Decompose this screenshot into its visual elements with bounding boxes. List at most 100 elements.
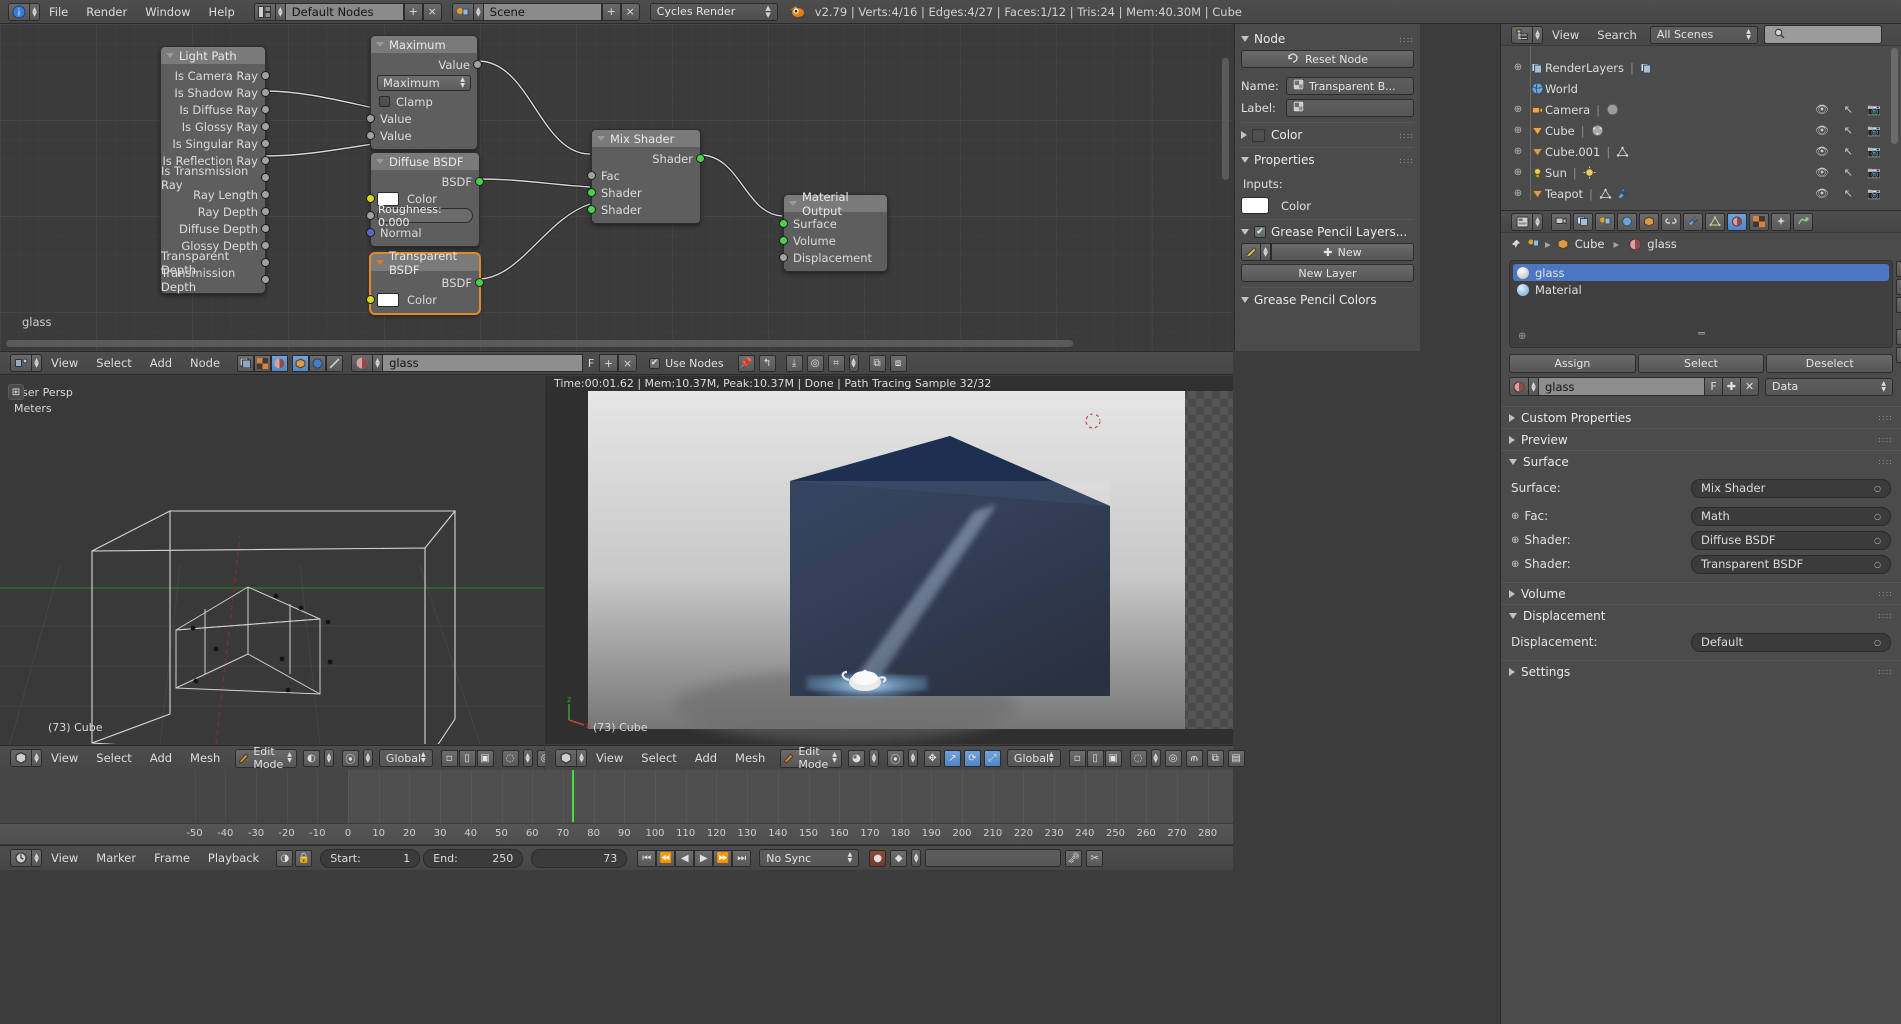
node-output-row[interactable]: Is Glossy Ray bbox=[161, 118, 270, 135]
node-input-row[interactable]: Fac bbox=[587, 167, 700, 184]
node-section-header[interactable]: Node :::: bbox=[1241, 32, 1414, 46]
selectable-cursor-icon[interactable]: ↖ bbox=[1844, 103, 1853, 116]
input-color-swatch[interactable] bbox=[1241, 197, 1269, 214]
limit-selection-icon[interactable]: ◌ bbox=[501, 749, 519, 767]
node-menu-add[interactable]: Add bbox=[141, 351, 181, 375]
expand-input-icon[interactable]: ⊕ bbox=[1511, 511, 1519, 522]
output-socket[interactable] bbox=[261, 156, 270, 165]
displacement-dropdown[interactable]: Default ○ bbox=[1691, 632, 1891, 652]
outliner-search-input[interactable] bbox=[1763, 25, 1882, 44]
unlink-material-button[interactable]: × bbox=[618, 354, 638, 372]
menu-help[interactable]: Help bbox=[200, 0, 244, 24]
playback-transport[interactable]: ⏮ ⏪ ◀ ▶ ⏩ ⏭ bbox=[637, 849, 752, 867]
collapse-triangle-icon[interactable] bbox=[166, 53, 174, 58]
expander-icon[interactable]: ⊕ bbox=[1507, 188, 1529, 199]
delete-layout-button[interactable]: × bbox=[422, 2, 442, 21]
renderable-camera-icon[interactable]: 📷 bbox=[1867, 145, 1881, 158]
renderable-camera-icon[interactable]: 📷 bbox=[1867, 166, 1881, 179]
viewport-shading-group[interactable]: ◐ ▲ ▼ ⦿ ▲ ▼ bbox=[302, 749, 373, 767]
render-menu-mesh[interactable]: Mesh bbox=[726, 746, 774, 771]
render-editor-type[interactable]: ▲ ▼ bbox=[555, 749, 587, 767]
output-socket[interactable] bbox=[261, 105, 270, 114]
outliner-row-teapot[interactable]: ⊕ Teapot | 👁 ↖ 📷 bbox=[1507, 183, 1901, 204]
chevron-right-icon[interactable] bbox=[1509, 667, 1515, 676]
tab-object-data[interactable] bbox=[1705, 212, 1725, 231]
interaction-mode-selector[interactable]: Edit Mode ▲ ▼ bbox=[235, 745, 297, 771]
unlink-material-button[interactable]: ✕ bbox=[1741, 377, 1759, 396]
gp-layers-checkbox[interactable]: ✔ bbox=[1254, 226, 1266, 238]
pin-icon[interactable]: 📌 bbox=[737, 354, 755, 372]
collapse-triangle-icon[interactable] bbox=[376, 159, 384, 164]
material-name-field[interactable]: glass bbox=[383, 354, 584, 372]
transform-orientation-dropdown[interactable]: Global ▲ ▼ bbox=[378, 749, 433, 767]
keyingset-spinner[interactable]: ▲ ▼ bbox=[911, 849, 922, 867]
render-shading-group[interactable]: ◕ ▲ ▼ ⦿ ▲ ▼ bbox=[847, 749, 918, 767]
snap-magnet-icon[interactable]: ⫙ bbox=[1185, 749, 1203, 767]
timeline-menu-frame[interactable]: Frame bbox=[145, 846, 199, 871]
collapse-triangle-icon[interactable] bbox=[597, 136, 605, 141]
node-horizontal-scrollbar[interactable] bbox=[6, 340, 1073, 347]
node-color-swatch[interactable] bbox=[1252, 128, 1265, 142]
material-slot-list[interactable]: glass Material ⊕ ═ ✚ ▬ ▼ ▲ ▼ bbox=[1509, 260, 1901, 363]
renderable-camera-icon[interactable]: 📷 bbox=[1867, 187, 1881, 200]
input-socket[interactable] bbox=[779, 219, 788, 228]
snap-grid-icon[interactable]: ⌗ bbox=[827, 354, 845, 372]
node-properties-panel[interactable]: Node :::: Reset Node Name: Transparent B… bbox=[1234, 24, 1420, 351]
jump-end-button[interactable]: ⏭ bbox=[732, 849, 752, 867]
selectable-cursor-icon[interactable]: ↖ bbox=[1844, 124, 1853, 137]
layout-spinner[interactable]: ▲ ▼ bbox=[275, 2, 286, 21]
node-output-row[interactable]: Shader bbox=[592, 150, 705, 167]
delete-keyframe-icon[interactable]: ✂ bbox=[1086, 849, 1104, 867]
renderable-camera-icon[interactable]: 📷 bbox=[1867, 103, 1881, 116]
node-header-diffuse-bsdf[interactable]: Diffuse BSDF bbox=[371, 153, 479, 170]
node-header-maximum[interactable]: Maximum bbox=[371, 36, 477, 53]
snap-node-icon[interactable]: ⤓ bbox=[785, 354, 803, 372]
edge-select-icon[interactable]: ▯ bbox=[458, 749, 476, 767]
list-grip-icon[interactable]: ═ bbox=[1698, 327, 1705, 340]
output-socket[interactable] bbox=[475, 278, 484, 287]
visibility-eye-icon[interactable]: 👁 bbox=[1815, 166, 1829, 179]
play-reverse-button[interactable]: ◀ bbox=[675, 849, 695, 867]
new-material-button[interactable]: ✚ bbox=[1723, 377, 1741, 396]
move-slot-down-button[interactable]: ▼ bbox=[1896, 347, 1901, 363]
material-spinner[interactable]: ▲ ▼ bbox=[373, 354, 384, 372]
grease-pencil-icon[interactable] bbox=[1241, 243, 1261, 261]
play-button[interactable]: ▶ bbox=[694, 849, 714, 867]
gp-layers-section-header[interactable]: ✔ Grease Pencil Layers... bbox=[1241, 225, 1414, 239]
limit-selection-icon[interactable]: ◌ bbox=[1129, 749, 1147, 767]
renderable-camera-icon[interactable]: 📷 bbox=[1867, 124, 1881, 137]
math-operation-dropdown[interactable]: Maximum ▲ ▼ bbox=[377, 75, 471, 91]
translate-manipulator-icon[interactable]: ↗ bbox=[943, 749, 961, 767]
selectable-cursor-icon[interactable]: ↖ bbox=[1844, 166, 1853, 179]
render-extras[interactable]: ◌ ▲ ▼ ◎ ⫙ ⧉ ▤ bbox=[1129, 749, 1245, 767]
properties-section-header[interactable]: Properties :::: bbox=[1241, 153, 1414, 167]
selectable-cursor-icon[interactable]: ↖ bbox=[1844, 187, 1853, 200]
node-output-row[interactable]: Is Transmission Ray bbox=[161, 164, 270, 192]
pivot-spinner[interactable]: ▲ ▼ bbox=[362, 749, 373, 767]
backdrop-icon[interactable]: ⧈ bbox=[889, 354, 907, 372]
editor-type-spinner[interactable]: ▲ ▼ bbox=[1533, 212, 1543, 231]
selectable-cursor-icon[interactable]: ↖ bbox=[1844, 145, 1853, 158]
material-slot-buttons[interactable]: ✚ ▬ ▼ ▲ ▼ bbox=[1896, 261, 1901, 363]
pin-icon[interactable] bbox=[1509, 238, 1522, 251]
tab-render-layers[interactable] bbox=[1573, 212, 1593, 231]
face-select-icon[interactable]: ▣ bbox=[476, 749, 494, 767]
chevron-right-icon[interactable] bbox=[1509, 413, 1515, 422]
go-parent-icon[interactable]: ↰ bbox=[758, 354, 776, 372]
mesh-select-mode-group[interactable]: ▫ ▯ ▣ bbox=[440, 749, 494, 767]
breadcrumb-material[interactable]: glass bbox=[1647, 237, 1677, 251]
vertex-select-icon[interactable]: ▫ bbox=[440, 749, 458, 767]
node-menu-view[interactable]: View bbox=[42, 351, 87, 375]
chevron-down-icon[interactable] bbox=[1509, 458, 1517, 465]
remove-material-slot-button[interactable]: ▬ bbox=[1896, 279, 1901, 295]
slot-specials-button[interactable]: ▼ bbox=[1896, 297, 1901, 313]
tab-render[interactable] bbox=[1551, 212, 1571, 231]
shader1-input-dropdown[interactable]: Diffuse BSDF ○ bbox=[1691, 530, 1891, 550]
fac-row[interactable]: ⊕ Fac: Math ○ bbox=[1501, 504, 1901, 528]
outliner-editor-type[interactable]: ▲ ▼ bbox=[1511, 25, 1543, 44]
node-editor[interactable]: Light Path Is Camera Ray Is Shadow Ray I… bbox=[0, 24, 1233, 351]
add-material-slot-button[interactable]: ✚ bbox=[1896, 261, 1901, 277]
node-transparent-bsdf[interactable]: Transparent BSDF BSDF Color bbox=[366, 249, 484, 314]
node-name-field[interactable]: Transparent B... bbox=[1286, 77, 1414, 95]
menu-file[interactable]: File bbox=[40, 0, 77, 24]
